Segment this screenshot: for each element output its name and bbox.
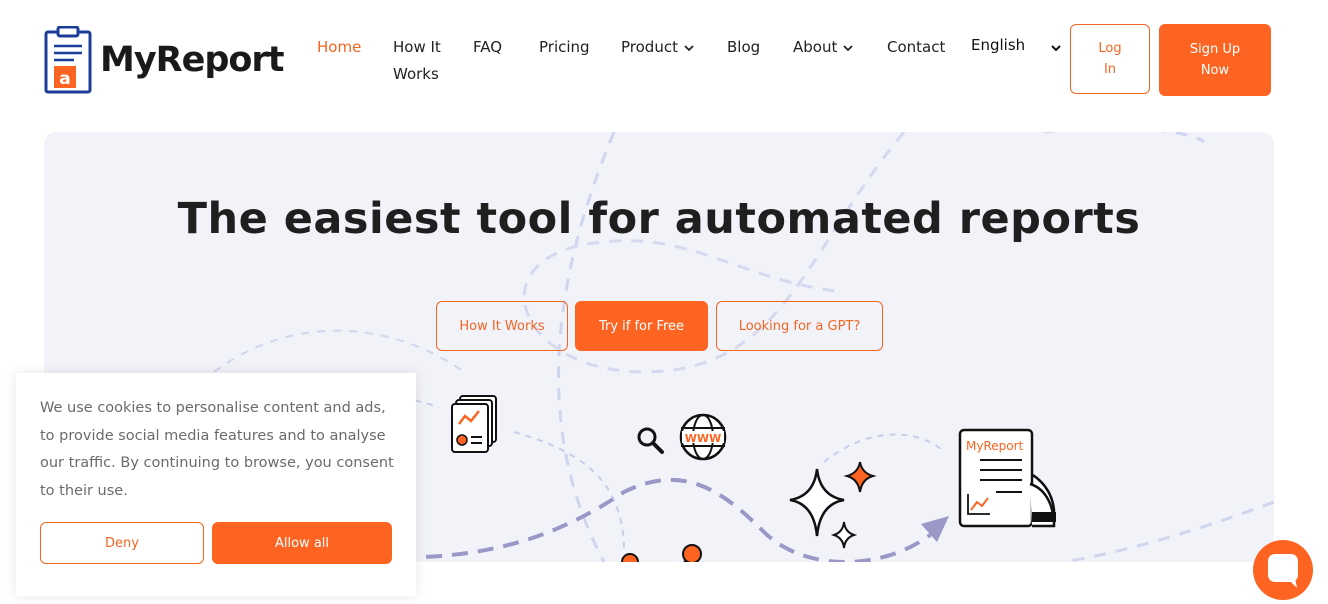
nav-how-it-works[interactable]: How It Works — [393, 34, 441, 88]
language-select[interactable]: English — [971, 36, 1061, 54]
bg-dashed-curve — [823, 433, 945, 463]
how-it-works-button[interactable]: How It Works — [436, 301, 568, 351]
documents-chart-icon — [451, 395, 497, 453]
try-free-button[interactable]: Try if for Free — [575, 301, 708, 351]
cookie-deny-button[interactable]: Deny — [40, 522, 204, 564]
chevron-down-icon — [684, 45, 694, 52]
gpt-button[interactable]: Looking for a GPT? — [716, 301, 883, 351]
nav-product[interactable]: Product — [621, 34, 694, 61]
nav-about[interactable]: About — [793, 34, 853, 61]
nav-how-it-works-line2: Works — [393, 65, 439, 83]
nav-how-it-works-line1: How It — [393, 38, 441, 56]
site-header: a MyReport Home How It Works FAQ Pricing… — [0, 0, 1328, 120]
sparkles-icon — [789, 461, 877, 549]
hero-title: The easiest tool for automated reports — [177, 194, 1141, 244]
report-document-icon: MyReport — [958, 428, 1056, 528]
cookie-allow-all-button[interactable]: Allow all — [212, 522, 392, 564]
nav-home[interactable]: Home — [317, 34, 361, 61]
nav-pricing[interactable]: Pricing — [539, 34, 590, 61]
nav-faq[interactable]: FAQ — [473, 34, 502, 61]
nav-contact[interactable]: Contact — [887, 34, 945, 61]
bg-dashed-curve — [513, 431, 625, 553]
signup-button[interactable]: Sign Up Now — [1159, 24, 1271, 96]
nav-blog[interactable]: Blog — [727, 34, 760, 61]
chevron-down-icon — [1051, 45, 1061, 52]
globe-www-icon: WWW — [679, 413, 727, 461]
login-line1: Log — [1098, 41, 1122, 56]
nav-product-label: Product — [621, 38, 678, 56]
flow-arrow-head — [921, 516, 949, 542]
report-doc-label: MyReport — [966, 439, 1024, 453]
language-value: English — [971, 36, 1026, 54]
svg-text:WWW: WWW — [685, 432, 721, 445]
clipboard-report-icon: a — [44, 26, 92, 94]
bg-dashed-curve — [1044, 132, 1206, 144]
brand-name: MyReport — [100, 40, 284, 80]
chat-bubble-icon — [1268, 554, 1298, 588]
search-icon — [637, 427, 664, 454]
bg-dashed-curve — [1063, 500, 1274, 562]
bg-dashed-curve — [213, 329, 465, 373]
chevron-down-icon — [843, 45, 853, 52]
svg-text:a: a — [59, 69, 70, 89]
flow-dashed-path — [373, 477, 936, 562]
signup-line2: Now — [1200, 63, 1230, 78]
network-nodes-icon — [621, 544, 702, 562]
signup-line1: Sign Up — [1189, 42, 1241, 57]
chat-widget-button[interactable] — [1253, 540, 1313, 600]
cookie-message: We use cookies to personalise content an… — [40, 400, 394, 499]
brand-logo[interactable]: a MyReport — [44, 26, 284, 94]
cookie-consent-banner: We use cookies to personalise content an… — [16, 373, 416, 596]
login-button[interactable]: Log In — [1070, 24, 1150, 94]
nav-about-label: About — [793, 38, 838, 56]
login-line2: In — [1103, 62, 1117, 77]
